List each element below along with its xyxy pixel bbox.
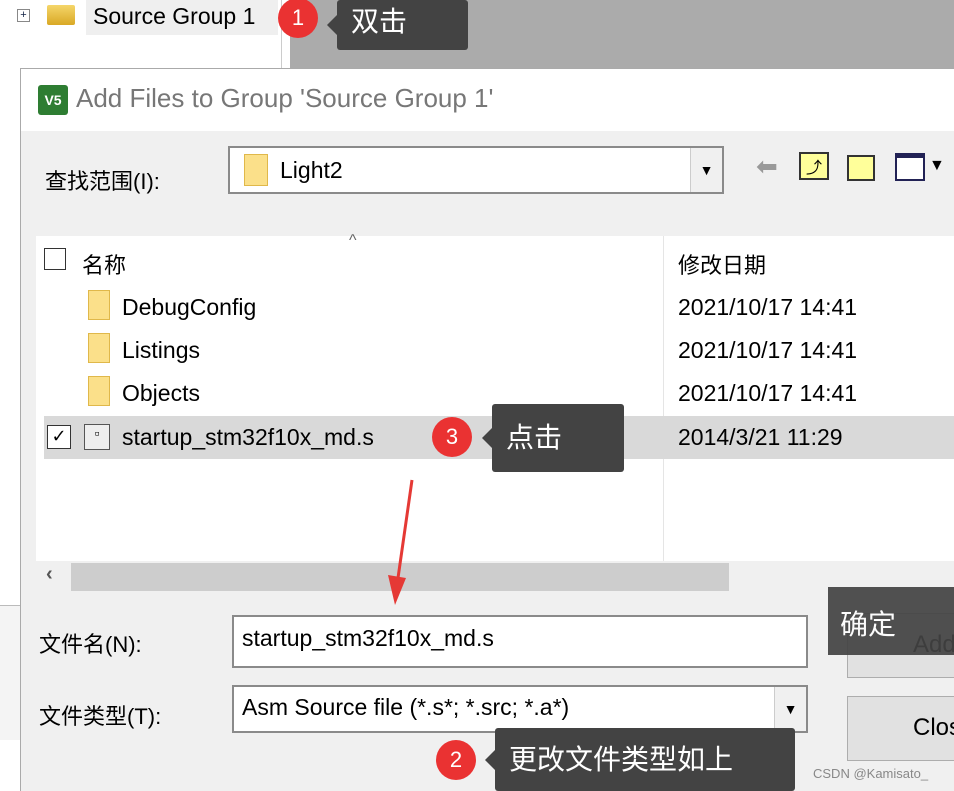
- expand-icon[interactable]: +: [17, 9, 30, 22]
- file-date: 2021/10/17 14:41: [678, 380, 858, 406]
- sort-ascending-icon: ^: [349, 232, 357, 249]
- title-bar: V5 Add Files to Group 'Source Group 1': [21, 69, 954, 131]
- folder-icon: [47, 5, 75, 25]
- close-button[interactable]: Close: [847, 696, 954, 761]
- new-folder-icon[interactable]: [847, 155, 875, 181]
- select-all-checkbox[interactable]: [44, 248, 66, 270]
- file-list: ^ 名称 修改日期 DebugConfig 2021/10/17 14:41 L…: [36, 232, 954, 561]
- folder-icon: [88, 290, 110, 320]
- list-item[interactable]: Listings 2021/10/17 14:41: [44, 329, 954, 372]
- tree-item-source-group[interactable]: Source Group 1: [86, 0, 278, 35]
- dropdown-arrow-icon[interactable]: ▼: [690, 148, 722, 192]
- step-badge-3: 3: [432, 417, 472, 457]
- file-date: 2021/10/17 14:41: [678, 294, 858, 320]
- filetype-select[interactable]: Asm Source file (*.s*; *.src; *.a*) ▼: [232, 685, 808, 733]
- callout-double-click: 双击: [327, 0, 468, 50]
- asm-file-icon: ▫: [84, 424, 110, 450]
- red-arrow-icon: [388, 479, 414, 605]
- app-icon: V5: [38, 85, 68, 115]
- callout-click: 点击: [482, 404, 624, 472]
- file-name: Listings: [122, 337, 200, 363]
- filename-input[interactable]: startup_stm32f10x_md.s: [232, 615, 808, 668]
- view-menu-icon[interactable]: [895, 153, 925, 181]
- look-in-combo[interactable]: Light2 ▼: [228, 146, 724, 194]
- folder-icon: [88, 333, 110, 363]
- look-in-value: Light2: [280, 157, 343, 183]
- file-name: Objects: [122, 380, 200, 406]
- dropdown-arrow-icon[interactable]: ▼: [774, 687, 806, 731]
- callout-confirm: 确定: [828, 587, 954, 655]
- folder-icon: [244, 154, 268, 186]
- scroll-left-icon[interactable]: ‹: [46, 563, 53, 586]
- folder-icon: [88, 376, 110, 406]
- horizontal-scrollbar[interactable]: ‹: [36, 563, 954, 591]
- filename-label: 文件名(N):: [39, 632, 142, 657]
- column-header-name[interactable]: 名称: [82, 248, 126, 280]
- step-badge-2: 2: [436, 740, 476, 780]
- back-arrow-icon[interactable]: ⬅: [756, 151, 778, 182]
- look-in-label: 查找范围(I):: [45, 169, 160, 194]
- file-date: 2014/3/21 11:29: [678, 424, 843, 450]
- column-header-date[interactable]: 修改日期: [678, 248, 766, 280]
- callout-change-filetype: 更改文件类型如上: [485, 728, 795, 791]
- background-panel: [0, 605, 20, 740]
- filename-value: startup_stm32f10x_md.s: [242, 625, 494, 651]
- dropdown-arrow-icon[interactable]: ▼: [929, 157, 945, 175]
- watermark: CSDN @Kamisato_: [813, 766, 929, 781]
- checkbox-checked[interactable]: ✓: [47, 425, 71, 449]
- file-name: DebugConfig: [122, 294, 257, 320]
- file-date: 2021/10/17 14:41: [678, 337, 858, 363]
- list-item[interactable]: DebugConfig 2021/10/17 14:41: [44, 286, 954, 329]
- filetype-label: 文件类型(T):: [39, 704, 162, 729]
- dialog-title: Add Files to Group 'Source Group 1': [76, 83, 494, 113]
- file-name: startup_stm32f10x_md.s: [122, 424, 374, 450]
- filetype-value: Asm Source file (*.s*; *.src; *.a*): [242, 694, 570, 720]
- up-folder-icon[interactable]: ⤴: [799, 152, 829, 180]
